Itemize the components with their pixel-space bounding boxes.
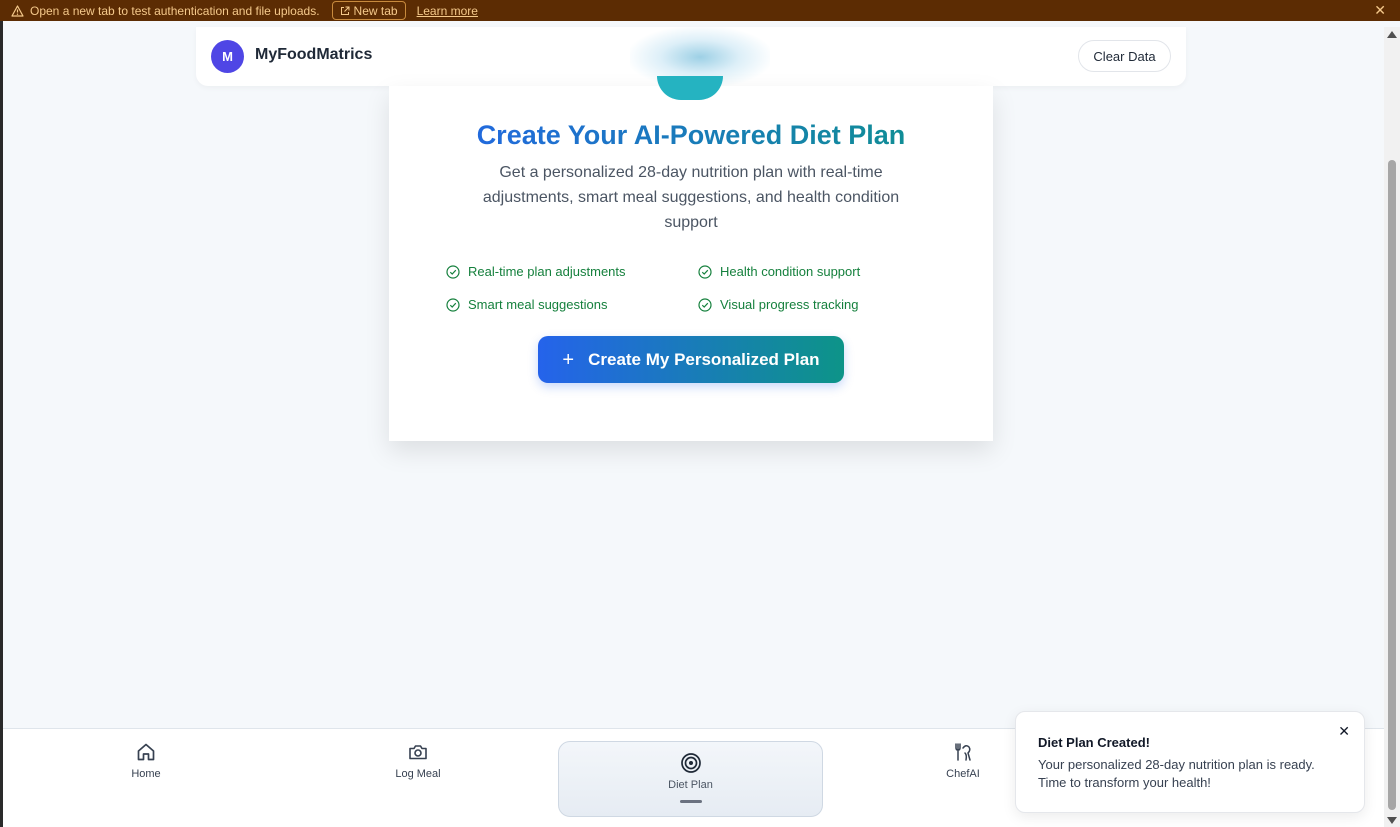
nav-label: ChefAI [946,768,980,780]
feature-label: Real-time plan adjustments [468,264,626,279]
window-edge [0,21,3,827]
nav-item-chefai[interactable]: ChefAI [903,741,1023,801]
scrollbar[interactable] [1384,27,1400,827]
clear-data-button[interactable]: Clear Data [1078,40,1171,72]
toast-notification: Diet Plan Created! Your personalized 28-… [1015,711,1365,813]
nav-item-diet-plan[interactable]: Diet Plan [558,741,823,817]
feature-item: Visual progress tracking [698,297,859,312]
check-circle-icon [446,297,460,312]
banner-close-icon[interactable]: ✕ [1374,3,1386,17]
scroll-down-arrow-icon[interactable] [1387,817,1397,824]
diet-plan-card: Create Your AI-Powered Diet Plan Get a p… [389,76,993,441]
chef-icon [955,743,971,761]
toast-close-icon[interactable]: ✕ [1338,723,1350,740]
plus-icon: + [562,348,575,371]
toast-message: Your personalized 28-day nutrition plan … [1038,757,1315,790]
feature-item: Real-time plan adjustments [446,264,626,279]
create-plan-button[interactable]: + Create My Personalized Plan [538,336,844,383]
feature-item: Smart meal suggestions [446,297,607,312]
warning-icon [10,4,24,18]
feature-label: Health condition support [720,264,861,279]
nav-label: Home [131,768,161,780]
active-indicator [679,800,702,803]
avatar[interactable]: M [211,40,244,73]
nav-item-home[interactable]: Home [86,741,206,801]
page-title: Create Your AI-Powered Diet Plan [389,120,993,151]
feature-label: Smart meal suggestions [468,297,608,312]
feature-item: Health condition support [698,264,860,279]
brand-name: MyFoodMatrics [255,46,373,63]
create-plan-label: Create My Personalized Plan [588,349,820,369]
external-link-icon [340,6,350,15]
new-tab-label: New tab [353,3,398,18]
banner-message: Open a new tab to test authentication an… [30,3,320,18]
learn-more-link[interactable]: Learn more [417,4,478,18]
feature-label: Visual progress tracking [720,297,859,312]
nav-label: Log Meal [395,768,441,780]
check-circle-icon [698,297,712,312]
new-tab-button[interactable]: New tab [331,1,406,20]
nav-label: Diet Plan [668,779,713,791]
check-circle-icon [446,264,460,279]
home-icon [137,743,155,761]
scrollbar-thumb[interactable] [1388,160,1396,810]
warning-banner: Open a new tab to test authentication an… [0,0,1400,21]
hero-icon-circle [657,76,723,100]
camera-icon [409,745,427,760]
toast-title: Diet Plan Created! [1038,735,1150,750]
check-circle-icon [698,264,712,279]
scroll-up-arrow-icon[interactable] [1387,31,1397,38]
nav-item-log-meal[interactable]: Log Meal [358,741,478,801]
page-subtitle: Get a personalized 28-day nutrition plan… [482,164,900,231]
target-icon [680,753,701,773]
